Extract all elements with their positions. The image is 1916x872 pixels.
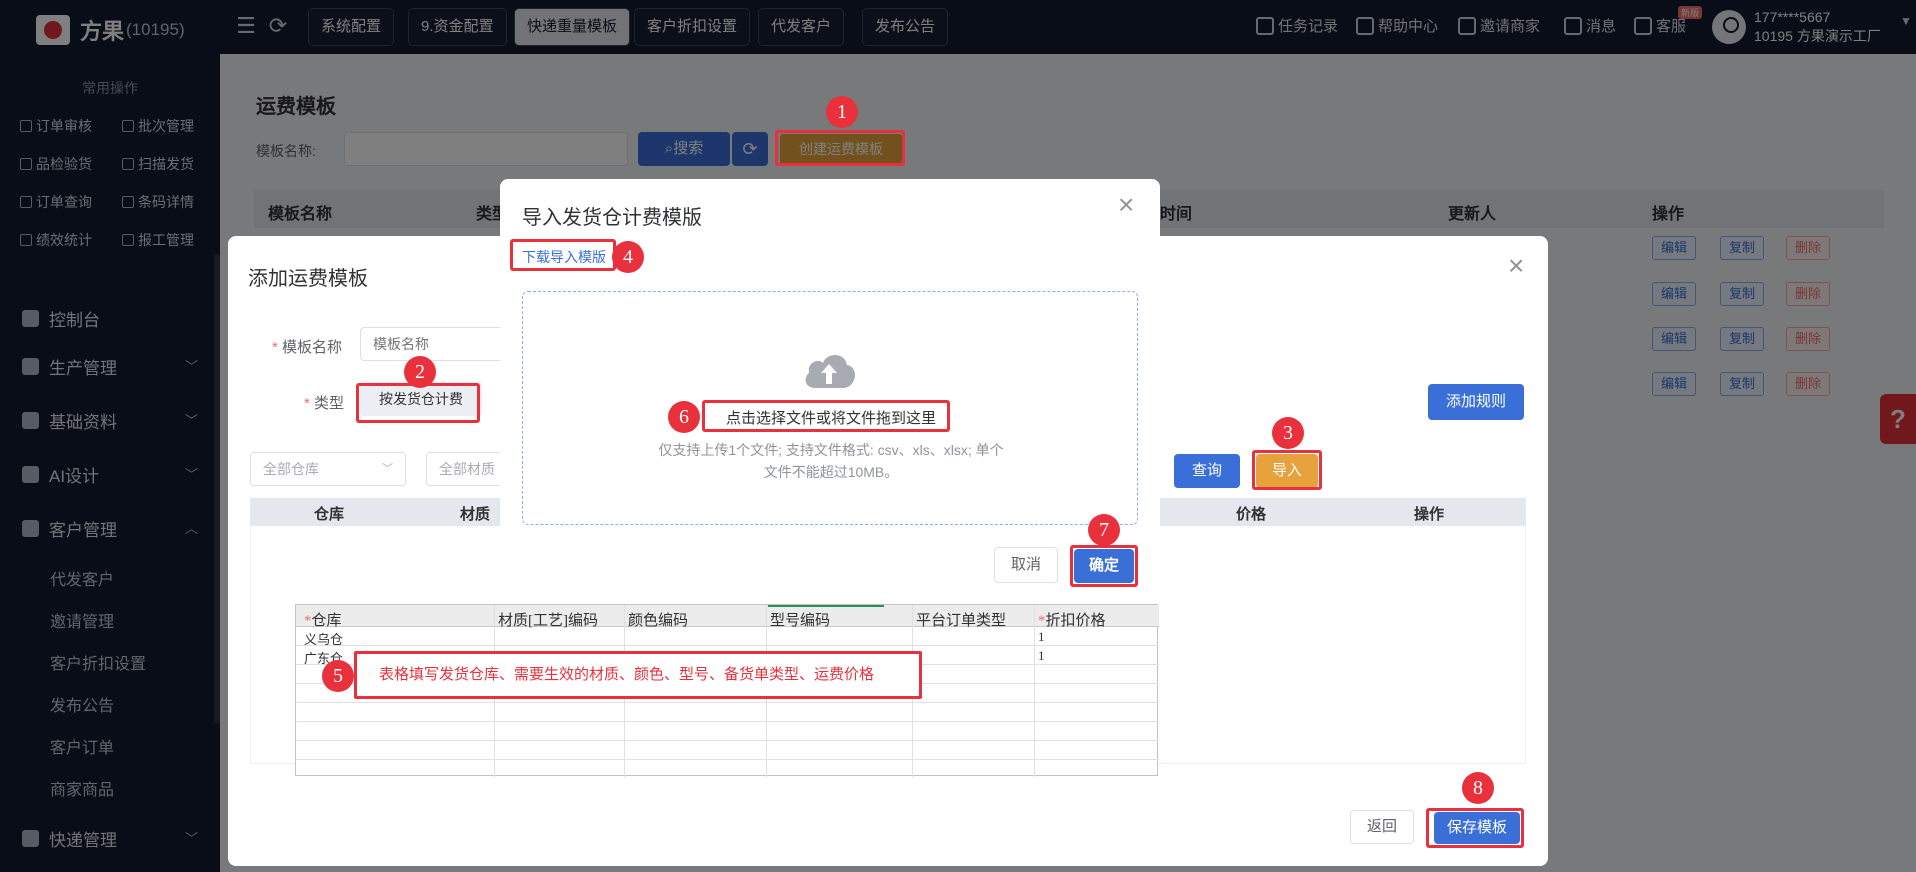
close-icon[interactable]: × xyxy=(1508,250,1524,282)
header-order-type: 平台订单类型 xyxy=(916,613,1007,629)
upload-tip-line2: 文件不能超过10MB。 xyxy=(763,464,899,480)
highlight-save-template xyxy=(1426,808,1524,848)
upload-cloud-icon xyxy=(805,354,855,388)
grid-line xyxy=(296,759,1159,760)
back-button[interactable]: 返回 xyxy=(1350,810,1414,844)
query-button[interactable]: 查询 xyxy=(1174,454,1240,488)
upload-tip-line1: 仅支持上传1个文件; 支持文件格式: csv、xls、xlsx; 单个 xyxy=(658,442,1004,458)
cell-price: 1 xyxy=(1038,629,1045,644)
step-number-4: 4 xyxy=(612,241,644,273)
step-number-3: 3 xyxy=(1272,417,1304,449)
required-mark: * xyxy=(304,395,310,412)
step-number-1: 1 xyxy=(826,96,858,128)
step-number-7: 7 xyxy=(1088,514,1120,546)
step-number-8: 8 xyxy=(1462,772,1494,804)
selected-column-marker xyxy=(768,605,884,607)
cell-warehouse: 义乌仓 xyxy=(304,632,344,647)
col-actions: 操作 xyxy=(1414,506,1445,523)
grid-line xyxy=(296,740,1159,741)
step-number-2: 2 xyxy=(404,356,436,388)
spreadsheet-instruction-note: 表格填写发货仓库、需要生效的材质、颜色、型号、备货单类型、运费价格 xyxy=(354,651,922,699)
step-number-6: 6 xyxy=(668,401,700,433)
col-warehouse: 仓库 xyxy=(314,506,345,523)
grid-line xyxy=(296,645,1159,646)
grid-line xyxy=(1034,605,1035,777)
dialog-title: 添加运费模板 xyxy=(248,268,368,290)
type-label: * 类型 xyxy=(304,395,345,412)
header-model-code: 型号编码 xyxy=(770,613,831,629)
cancel-button[interactable]: 取消 xyxy=(994,547,1058,583)
spreadsheet-header xyxy=(296,605,1159,627)
header-warehouse: *仓库 xyxy=(304,613,342,629)
cell-price: 1 xyxy=(1038,648,1045,663)
template-name-label: * 模板名称 xyxy=(272,339,343,356)
header-color-code: 颜色编码 xyxy=(628,613,689,629)
highlight-dropzone-text xyxy=(702,400,950,432)
step-number-5: 5 xyxy=(322,660,354,692)
highlight-create-template xyxy=(775,130,905,166)
warehouse-filter-select[interactable]: 全部仓库 ﹀ xyxy=(250,452,406,486)
highlight-download-template xyxy=(510,239,616,271)
required-mark: * xyxy=(1038,613,1046,629)
material-filter-select[interactable]: 全部材质 xyxy=(426,452,506,486)
chevron-down-icon: ﹀ xyxy=(382,463,393,475)
highlight-confirm xyxy=(1070,545,1138,587)
add-rule-button[interactable]: 添加规则 xyxy=(1428,384,1524,420)
highlight-import xyxy=(1252,450,1322,490)
template-name-input[interactable] xyxy=(360,327,520,361)
col-material: 材质 xyxy=(460,506,491,523)
header-material-code: 材质[工艺]编码 xyxy=(498,613,598,629)
highlight-type xyxy=(356,383,480,423)
required-mark: * xyxy=(304,613,312,629)
close-icon[interactable]: × xyxy=(1118,189,1134,221)
header-discount-price: *折扣价格 xyxy=(1038,613,1106,629)
grid-line xyxy=(296,702,1159,703)
col-price: 价格 xyxy=(1236,506,1267,523)
required-mark: * xyxy=(272,339,278,356)
dialog-title: 导入发货仓计费模版 xyxy=(522,207,702,229)
grid-line xyxy=(296,721,1159,722)
